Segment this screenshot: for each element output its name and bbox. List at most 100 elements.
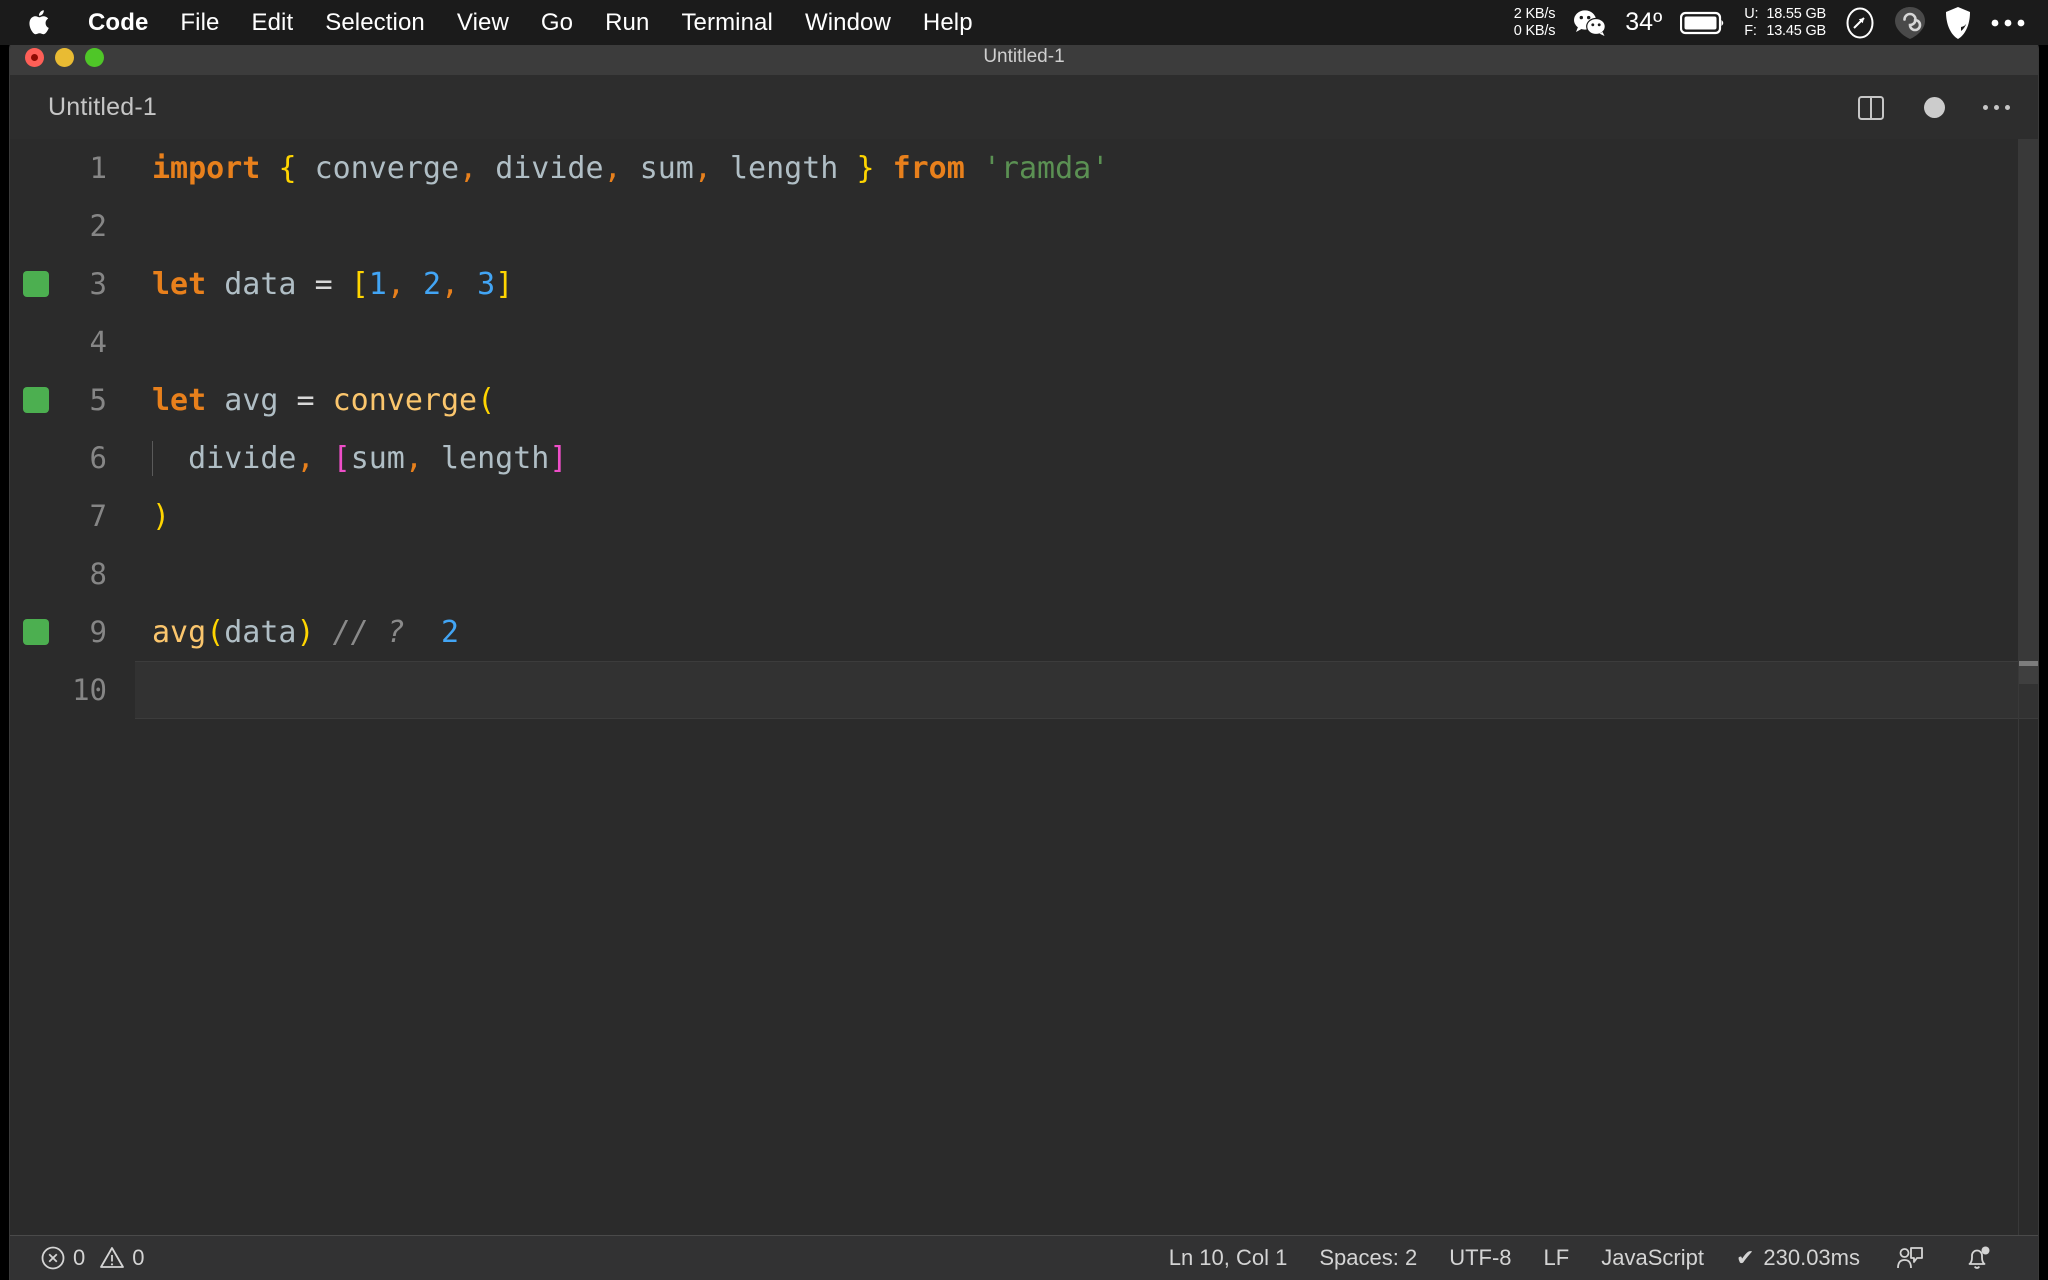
code-line[interactable]: 1 import { converge, divide, sum, length …: [10, 139, 2038, 197]
menu-item-file[interactable]: File: [164, 9, 235, 37]
code-token: divide: [188, 440, 297, 476]
quokka-gutter-marker[interactable]: [23, 387, 49, 413]
code-token: divide: [495, 150, 604, 186]
feedback-person-icon[interactable]: [1876, 1244, 1944, 1272]
temperature-indicator[interactable]: 34º: [1625, 8, 1662, 37]
line-content[interactable]: let avg = converge(: [135, 383, 2038, 418]
compass-icon[interactable]: [1844, 6, 1876, 40]
code-line[interactable]: 4: [10, 313, 2038, 371]
code-token: 3: [477, 266, 496, 302]
line-number: 8: [89, 557, 107, 591]
menu-item-code[interactable]: Code: [72, 9, 164, 37]
code-line[interactable]: 3 let data = [1, 2, 3]: [10, 255, 2038, 313]
cursor-position-indicator[interactable]: Ln 10, Col 1: [1153, 1245, 1304, 1271]
wechat-icon[interactable]: [1573, 9, 1607, 37]
menu-item-terminal[interactable]: Terminal: [665, 9, 789, 37]
notification-bell-icon[interactable]: [1944, 1244, 2012, 1272]
line-content[interactable]: ): [135, 499, 2038, 534]
code-token: avg: [152, 614, 207, 650]
encoding-indicator[interactable]: UTF-8: [1433, 1245, 1527, 1271]
quokka-runtime-indicator[interactable]: ✔ 230.03ms: [1720, 1245, 1876, 1271]
code-token: length: [730, 150, 839, 186]
tab-untitled-1[interactable]: Untitled-1: [48, 93, 157, 122]
problems-indicator[interactable]: 0 0: [40, 1245, 145, 1271]
battery-icon[interactable]: [1680, 10, 1726, 36]
code-line[interactable]: 6 divide, [sum, length]: [10, 429, 2038, 487]
minimize-window-button[interactable]: [55, 47, 74, 67]
code-line[interactable]: 2: [10, 197, 2038, 255]
line-number: 1: [89, 151, 107, 185]
menu-item-run[interactable]: Run: [589, 9, 665, 37]
vertical-scrollbar[interactable]: [2019, 139, 2038, 1235]
memory-usage-indicator[interactable]: U: 18.55 GB F: 13.45 GB: [1744, 6, 1826, 40]
quokka-gutter-marker[interactable]: [23, 619, 49, 645]
more-actions-icon[interactable]: [1983, 105, 2010, 110]
menu-item-go[interactable]: Go: [525, 9, 589, 37]
eol-indicator[interactable]: LF: [1528, 1245, 1586, 1271]
code-token: [: [350, 266, 369, 302]
code-line[interactable]: 8: [10, 545, 2038, 603]
memory-free-label: F:: [1744, 22, 1757, 39]
code-token: 1: [368, 266, 387, 302]
code-token: avg: [224, 382, 279, 418]
code-line[interactable]: 7): [10, 487, 2038, 545]
overview-ruler-tick: [2019, 661, 2038, 666]
code-token: ,: [296, 440, 315, 476]
traffic-lights: [25, 47, 104, 67]
line-content[interactable]: divide, [sum, length]: [135, 440, 2038, 476]
control-center-more-icon[interactable]: [1990, 17, 2026, 29]
menu-item-help[interactable]: Help: [907, 9, 989, 37]
code-token: }: [856, 150, 875, 186]
code-line[interactable]: 10: [10, 661, 2038, 719]
errors-count: 0: [73, 1245, 86, 1270]
code-token: ]: [495, 266, 514, 302]
indentation-indicator[interactable]: Spaces: 2: [1303, 1245, 1433, 1271]
line-content[interactable]: avg(data) // ? 2: [135, 615, 2038, 650]
code-token: {: [278, 150, 297, 186]
quokka-gutter-marker[interactable]: [23, 271, 49, 297]
shield-icon[interactable]: [1944, 6, 1972, 40]
status-bar-left: 0 0: [40, 1245, 145, 1271]
line-number: 10: [72, 673, 107, 707]
apple-logo-icon[interactable]: [26, 8, 52, 38]
menu-item-edit[interactable]: Edit: [235, 9, 309, 37]
split-editor-icon[interactable]: [1856, 93, 1886, 123]
error-circle-icon: [41, 1246, 65, 1270]
memory-used-value: 18.55 GB: [1766, 5, 1826, 22]
code-line[interactable]: 9 avg(data) // ? 2: [10, 603, 2038, 661]
code-token: ]: [549, 440, 568, 476]
code-token: from: [892, 150, 965, 186]
code-line[interactable]: 5 let avg = converge(: [10, 371, 2038, 429]
line-content[interactable]: let data = [1, 2, 3]: [135, 267, 2038, 302]
menu-item-view[interactable]: View: [441, 9, 525, 37]
line-content[interactable]: import { converge, divide, sum, length }…: [135, 151, 2038, 186]
maximize-window-button[interactable]: [85, 47, 104, 67]
cloud-sync-icon[interactable]: [1894, 6, 1926, 40]
menu-item-selection[interactable]: Selection: [309, 9, 441, 37]
warning-triangle-icon: [100, 1247, 125, 1268]
code-token: ,: [441, 266, 460, 302]
code-token: ,: [603, 150, 622, 186]
close-window-button[interactable]: [25, 47, 44, 67]
scrollbar-thumb[interactable]: [2019, 139, 2038, 684]
network-speed-indicator[interactable]: 2 KB/s 0 KB/s: [1514, 6, 1556, 40]
code-token: converge: [314, 150, 460, 186]
status-bar: 0 0 Ln 10, Col 1 Spaces: 2 UTF-8 LF Java…: [10, 1235, 2038, 1280]
line-number: 2: [89, 209, 107, 243]
unsaved-changes-dot[interactable]: [1924, 97, 1945, 118]
line-content[interactable]: [135, 661, 2038, 719]
code-token: 'ramda': [982, 150, 1110, 186]
language-mode-indicator[interactable]: JavaScript: [1585, 1245, 1720, 1271]
code-token: [: [332, 440, 351, 476]
code-editor[interactable]: 1 import { converge, divide, sum, length …: [10, 139, 2038, 1235]
menu-item-window[interactable]: Window: [789, 9, 907, 37]
code-lines-container: 1 import { converge, divide, sum, length …: [10, 139, 2038, 719]
